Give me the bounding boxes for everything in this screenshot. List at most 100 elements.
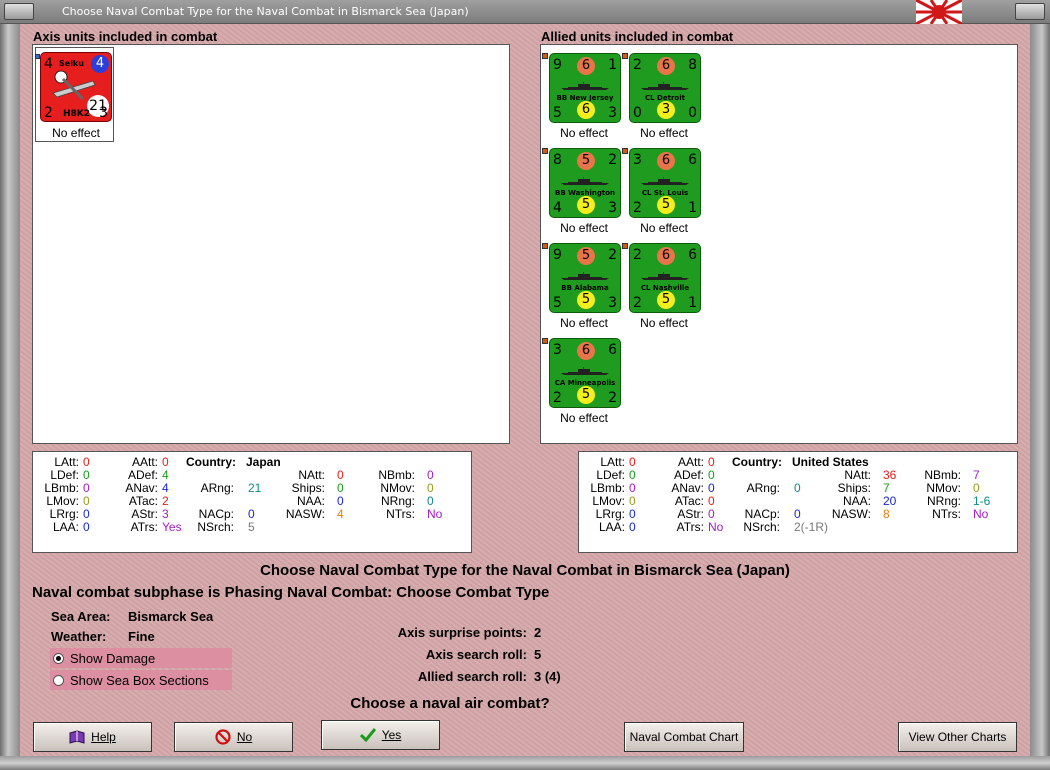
- counter-br: 0: [688, 105, 697, 121]
- naval-unit-counter[interactable]: 9 5 2 BB Alabama 5 5 3: [549, 243, 621, 313]
- allied-search-label: Allied search roll:: [417, 669, 527, 684]
- unit-marker-icon: [542, 243, 548, 249]
- stat-label-nsrch: NSrch:: [743, 520, 780, 534]
- unit-marker-icon: [542, 53, 548, 59]
- frame-right: [1030, 24, 1050, 770]
- naval-combat-chart-button[interactable]: Naval Combat Chart: [624, 722, 744, 752]
- allied-unit-card[interactable]: 2 6 8 CL Detroit 0 3 0 No effect: [622, 52, 708, 147]
- no-label: No: [236, 730, 253, 744]
- main-heading: Choose Naval Combat Type for the Naval C…: [260, 562, 790, 579]
- naval-unit-counter[interactable]: 9 6 1 BB New Jersey 5 6 3: [549, 53, 621, 123]
- show-sea-box-label: Show Sea Box Sections: [70, 672, 209, 688]
- window-menu-button[interactable]: [4, 3, 34, 20]
- air-unit-counter[interactable]: 4 Seiku 4 21 2 H8K2 3: [40, 52, 112, 122]
- help-label: Help: [91, 730, 116, 744]
- naval-unit-counter[interactable]: 2 6 6 CL Nashville 2 5 1: [629, 243, 701, 313]
- country-value: United States: [792, 455, 869, 469]
- stat-value-nasw: 4: [337, 507, 344, 521]
- window-title: Choose Naval Combat Type for the Naval C…: [62, 5, 469, 18]
- stat-value-atrs: No: [708, 520, 724, 534]
- counter-tl: 3: [553, 342, 562, 358]
- counter-top: 6: [657, 57, 675, 75]
- allied-unit-card[interactable]: 8 5 2 BB Washington 4 5 3 No effect: [542, 147, 628, 242]
- naval-unit-counter[interactable]: 2 6 8 CL Detroit 0 3 0: [629, 53, 701, 123]
- axis-unit-card[interactable]: 4 Seiku 4 21 2 H8K2 3 No effect: [35, 47, 114, 142]
- counter-bottom: 6: [577, 101, 595, 119]
- allied-unit-card[interactable]: 3 6 6 CA Minneapolis 2 5 2 No effect: [542, 337, 628, 432]
- stat-value-atrs: Yes: [162, 520, 182, 534]
- naval-chart-label: Naval Combat Chart: [629, 730, 739, 744]
- counter-tl: 8: [553, 152, 562, 168]
- yes-button[interactable]: Yes: [321, 720, 440, 750]
- counter-bl: 2: [633, 295, 642, 311]
- japan-flag-icon: [916, 0, 962, 24]
- close-window-button[interactable]: [1015, 3, 1045, 20]
- sea-area-label: Sea Area:: [51, 609, 111, 624]
- counter-br: 3: [608, 200, 617, 216]
- counter-bottom: 5: [577, 386, 595, 404]
- naval-unit-counter[interactable]: 3 6 6 CL St. Louis 2 5 1: [629, 148, 701, 218]
- counter-tr: 6: [608, 342, 617, 358]
- stat-label-ntrs: NTrs:: [932, 507, 961, 521]
- naval-unit-counter[interactable]: 8 5 2 BB Washington 4 5 3: [549, 148, 621, 218]
- show-damage-label: Show Damage: [70, 650, 156, 666]
- stat-label-nasw: NASW:: [285, 507, 325, 521]
- unit-effect: No effect: [640, 316, 688, 330]
- ship-silhouette-icon: [641, 272, 689, 280]
- axis-surprise-label: Axis surprise points:: [397, 625, 527, 640]
- show-damage-option[interactable]: Show Damage: [50, 648, 232, 668]
- counter-top: 5: [577, 247, 595, 265]
- counter-bl: 5: [553, 295, 562, 311]
- unit-effect: No effect: [640, 126, 688, 140]
- unit-name: Seiku: [59, 59, 84, 68]
- counter-bottom: 5: [657, 196, 675, 214]
- country-label: Country:: [732, 455, 782, 469]
- ship-silhouette-icon: [641, 177, 689, 185]
- frame-bottom: [0, 756, 1050, 770]
- country-label: Country:: [186, 455, 236, 469]
- counter-tl: 9: [553, 57, 562, 73]
- allied-unit-card[interactable]: 3 6 6 CL St. Louis 2 5 1 No effect: [622, 147, 708, 242]
- stat-value-nsrch: 5: [248, 520, 255, 534]
- yes-label: Yes: [381, 728, 402, 742]
- weather-value: Fine: [128, 629, 155, 644]
- show-sea-box-radio[interactable]: [53, 674, 64, 686]
- frame-left: [0, 24, 20, 770]
- axis-units-panel: 4 Seiku 4 21 2 H8K2 3 No effect: [32, 44, 510, 444]
- counter-tl: 3: [633, 152, 642, 168]
- checkmark-icon: [359, 728, 376, 742]
- allied-unit-card[interactable]: 2 6 6 CL Nashville 2 5 1 No effect: [622, 242, 708, 337]
- stat-label-nasw: NASW:: [831, 507, 871, 521]
- ship-silhouette-icon: [561, 177, 609, 185]
- ship-silhouette-icon: [561, 367, 609, 375]
- counter-tl: 9: [553, 247, 562, 263]
- allied-unit-card[interactable]: 9 5 2 BB Alabama 5 5 3 No effect: [542, 242, 628, 337]
- unit-marker-icon: [622, 53, 628, 59]
- counter-tl: 2: [633, 247, 642, 263]
- stat-label-ntrs: NTrs:: [386, 507, 415, 521]
- no-button[interactable]: No: [174, 722, 293, 752]
- unit-marker-icon: [542, 338, 548, 344]
- ship-silhouette-icon: [561, 272, 609, 280]
- stat-label-arng: ARng:: [200, 481, 234, 495]
- country-value: Japan: [246, 455, 281, 469]
- show-damage-radio[interactable]: [53, 652, 64, 664]
- view-other-charts-button[interactable]: View Other Charts: [898, 722, 1017, 752]
- allied-unit-card[interactable]: 9 6 1 BB New Jersey 5 6 3 No effect: [542, 52, 628, 147]
- axis-search-value: 5: [534, 647, 542, 662]
- counter-bottom: 5: [577, 291, 595, 309]
- naval-unit-counter[interactable]: 3 6 6 CA Minneapolis 2 5 2: [549, 338, 621, 408]
- show-sea-box-option[interactable]: Show Sea Box Sections: [50, 670, 232, 690]
- counter-tr: 6: [688, 152, 697, 168]
- allied-units-panel: 9 6 1 BB New Jersey 5 6 3 No effect 2 6 …: [540, 44, 1018, 444]
- allied-panel-header: Allied units included in combat: [541, 29, 734, 44]
- stat-value-arng: 21: [248, 481, 262, 495]
- stat-label-laa: LAA:: [52, 520, 79, 534]
- counter-tr: 1: [608, 57, 617, 73]
- help-button[interactable]: Help: [33, 722, 152, 752]
- stat-label-laa: LAA:: [598, 520, 625, 534]
- question-text: Choose a naval air combat?: [350, 695, 550, 712]
- counter-tr: 8: [688, 57, 697, 73]
- counter-br: 1: [688, 295, 697, 311]
- allied-search-value: 3 (4): [534, 669, 561, 684]
